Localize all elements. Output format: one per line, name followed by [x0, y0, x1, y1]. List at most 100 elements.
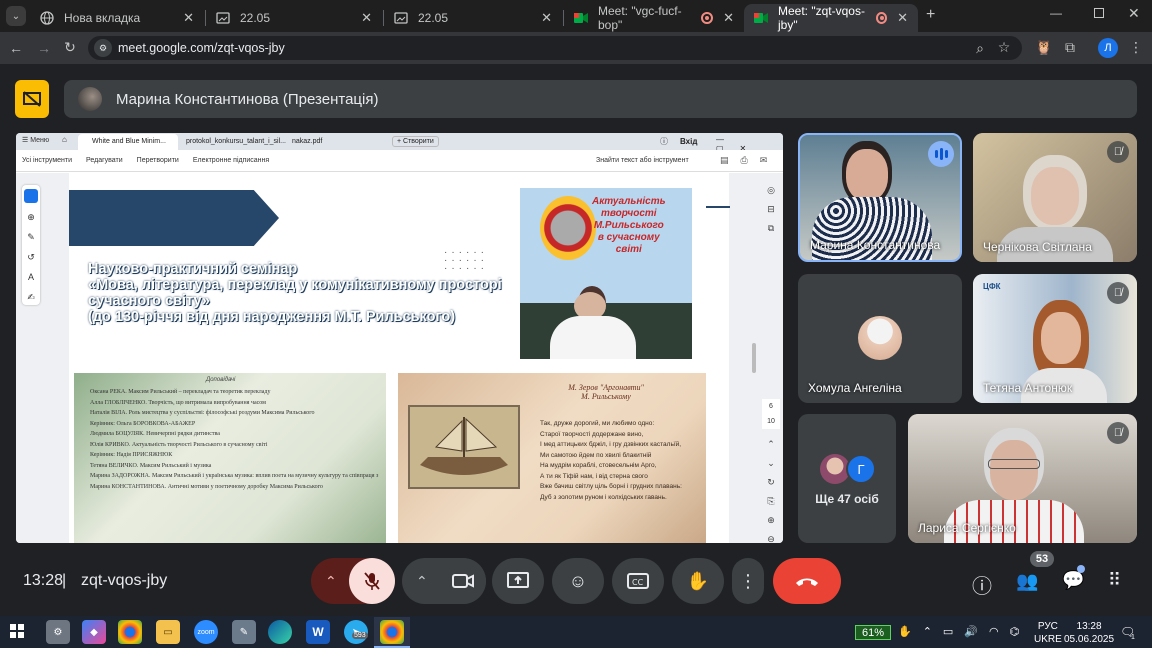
present-screen-button[interactable]: [492, 558, 544, 604]
meet-icon: [754, 11, 768, 25]
meet-icon: [574, 11, 588, 25]
windows-start-icon[interactable]: [10, 624, 24, 643]
url-text: meet.google.com/zqt-vqos-jby: [118, 41, 285, 55]
participant-name: Тетяна Антонюк: [983, 381, 1073, 395]
battery-percent[interactable]: 61%: [855, 625, 891, 640]
speaker-body: [550, 316, 636, 359]
participant-name: Чернікова Світлана: [983, 240, 1092, 254]
participant-tile[interactable]: Марина Константинова: [798, 133, 962, 262]
microphone-toggle-button[interactable]: [349, 558, 395, 604]
tab-search-button[interactable]: ⌄: [6, 6, 26, 26]
browser-tab-slides-2[interactable]: 22.05 ✕: [384, 4, 562, 32]
profile-avatar[interactable]: Л: [1098, 38, 1118, 58]
browser-menu-icon[interactable]: ⋮: [1126, 39, 1146, 56]
close-tab-icon[interactable]: ✕: [183, 10, 194, 26]
mic-off-icon: 🎙̸: [1107, 282, 1129, 304]
tab-title: 22.05: [240, 11, 271, 25]
stop-presenting-button[interactable]: [15, 80, 49, 118]
slide-banner-shape: [69, 190, 279, 246]
camera-toggle-button[interactable]: [440, 558, 486, 604]
close-tab-icon[interactable]: ✕: [723, 10, 734, 26]
leave-call-button[interactable]: [773, 558, 841, 604]
recording-icon: [875, 12, 888, 24]
pdf-tool: Перетворити: [136, 157, 179, 164]
people-icon[interactable]: 👥: [1016, 571, 1038, 592]
others-count-label: Ще 47 осіб: [815, 492, 879, 506]
extension-owl-icon[interactable]: 🦉: [1034, 39, 1054, 56]
close-tab-icon[interactable]: ✕: [361, 10, 372, 26]
reload-icon[interactable]: ↻: [60, 39, 80, 56]
audio-options-chevron-icon[interactable]: ⌃: [325, 573, 337, 590]
program-header: Доповідачі: [206, 377, 236, 383]
minimize-icon[interactable]: —: [1050, 6, 1062, 20]
close-tab-icon[interactable]: ✕: [897, 10, 908, 26]
forward-icon[interactable]: →: [34, 40, 54, 56]
taskbar-clock[interactable]: 13:28 05.06.2025: [1064, 620, 1114, 646]
camera-icon: [452, 574, 474, 588]
slide-photo: Актуальність творчості М.Рильського в су…: [520, 188, 692, 359]
tab-title: 22.05: [418, 11, 449, 25]
pdf-toolbar-items: Усі інструменти Редагувати Перетворити Е…: [22, 157, 269, 164]
participant-tile[interactable]: 🎙̸ Лариса Сергієнко: [908, 414, 1137, 543]
maximize-icon[interactable]: [1094, 8, 1104, 18]
browser-tab-meet-active[interactable]: Meet: "zqt-vqos-jby" ✕: [744, 4, 918, 32]
others-tile[interactable]: Г Ще 47 осіб: [798, 414, 896, 543]
more-options-button[interactable]: ⋮: [732, 558, 764, 604]
pdf-left-tools: ⊕ ✎ ↺ A ✍: [22, 185, 40, 305]
pdf-tool: Усі інструменти: [22, 157, 73, 164]
present-off-icon: [23, 91, 41, 107]
browser-tab-meet-1[interactable]: Meet: "vgc-fucf-bop" ✕: [564, 4, 744, 32]
zoom-icon[interactable]: ⌕: [970, 40, 990, 57]
input-language[interactable]: РУС UKRE: [1034, 620, 1062, 646]
browser-tab-slides-1[interactable]: 22.05 ✕: [206, 4, 382, 32]
tab-title: Нова вкладка: [64, 11, 141, 25]
mic-off-icon: 🎙̸: [1107, 141, 1129, 163]
recording-icon: [701, 12, 714, 24]
participant-tile[interactable]: 🎙̸ Чернікова Світлана: [973, 133, 1137, 262]
participant-face: [1031, 167, 1079, 225]
close-tab-icon[interactable]: ✕: [541, 10, 552, 26]
participant-count-badge: 53: [1030, 551, 1054, 567]
copilot-icon[interactable]: ◆: [82, 620, 106, 644]
new-tab-icon[interactable]: +: [926, 6, 935, 24]
shared-screen[interactable]: ☰ Меню ⌂ White and Blue Minim... protoko…: [16, 133, 783, 543]
tab-title: Meet: "vgc-fucf-bop": [598, 4, 682, 32]
video-options-chevron-icon[interactable]: ⌃: [416, 573, 428, 590]
file-explorer-icon[interactable]: ▭: [156, 620, 180, 644]
edge-icon[interactable]: [268, 620, 292, 644]
poem-title: М. Зеров "Аргонавти" М. Рильському: [568, 383, 644, 401]
meeting-time: 13:28: [23, 572, 64, 589]
speaking-indicator-icon: [928, 141, 954, 167]
participant-tile[interactable]: Хомула Ангеліна: [798, 274, 962, 403]
site-info-icon[interactable]: ⚙: [94, 39, 112, 57]
close-window-icon[interactable]: ✕: [1128, 5, 1140, 22]
bookmark-star-icon[interactable]: ☆: [994, 39, 1014, 56]
taskbar-app-icon[interactable]: ⚙: [46, 620, 70, 644]
zoom-app-icon[interactable]: zoom: [194, 620, 218, 644]
notification-count: 1: [1131, 634, 1135, 641]
chrome-icon[interactable]: [380, 620, 404, 644]
svg-text:CC: CC: [632, 578, 644, 587]
emoji-icon: ☺: [568, 570, 588, 591]
pdf-right-tools: ◎ ⊟ ⧉: [767, 185, 775, 233]
captions-button[interactable]: CC: [612, 558, 664, 604]
taskbar-app-icon[interactable]: ✎: [232, 620, 256, 644]
browser-tab-new-tab[interactable]: Нова вкладка ✕: [30, 4, 204, 32]
chat-icon[interactable]: 💬: [1062, 570, 1084, 591]
slides-icon: [216, 11, 230, 25]
participant-tile[interactable]: ЦФК 🎙̸ Тетяна Антонюк: [973, 274, 1137, 403]
meeting-info-icon[interactable]: ⓘ: [972, 570, 992, 599]
extensions-icon[interactable]: ⧉: [1060, 39, 1080, 56]
chrome-icon[interactable]: [118, 620, 142, 644]
pdf-tool: Електронне підписання: [192, 157, 270, 164]
participant-face: [846, 149, 888, 201]
back-icon[interactable]: ←: [6, 40, 26, 56]
system-tray-icons[interactable]: ✋⌃▭🔊◠⌬: [898, 625, 1030, 638]
raise-hand-button[interactable]: ✋: [672, 558, 724, 604]
tab-title: Meet: "zqt-vqos-jby": [778, 4, 865, 32]
activities-icon[interactable]: ⠿: [1108, 570, 1121, 591]
participant-clothes: [812, 197, 932, 260]
slides-icon: [394, 11, 408, 25]
word-icon[interactable]: W: [306, 620, 330, 644]
reactions-button[interactable]: ☺: [552, 558, 604, 604]
